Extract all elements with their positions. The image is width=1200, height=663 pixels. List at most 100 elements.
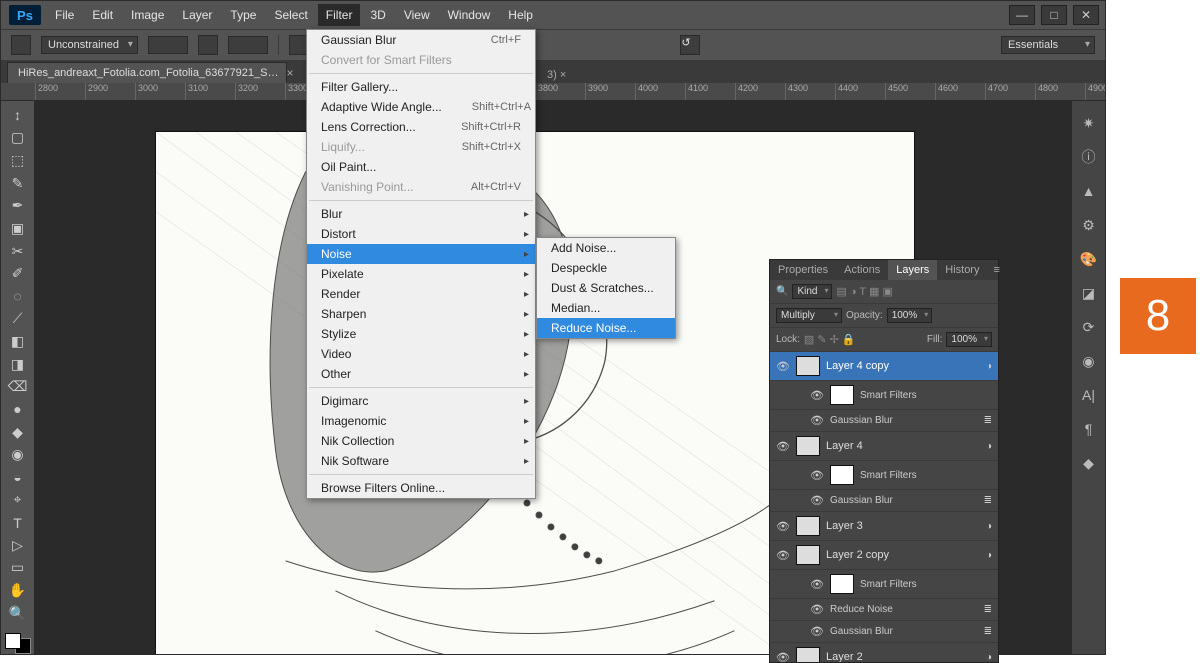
tool-13[interactable]: ●	[5, 399, 31, 420]
filter-effect-row[interactable]: 👁Gaussian Blur≣	[770, 490, 998, 512]
noise-submenu-item[interactable]: Dust & Scratches...	[537, 278, 675, 298]
menu-window[interactable]: Window	[440, 4, 499, 26]
collapsed-panel-icon-1[interactable]: ⓘ	[1079, 147, 1099, 167]
tool-8[interactable]: ◌	[5, 286, 31, 307]
filter-menu-item[interactable]: Adaptive Wide Angle...Shift+Ctrl+A	[307, 97, 535, 117]
filter-effect-row[interactable]: 👁Gaussian Blur≣	[770, 621, 998, 643]
filter-settings-icon[interactable]: ≣	[984, 626, 992, 637]
visibility-eye-icon[interactable]: 👁	[776, 440, 790, 453]
collapsed-panel-icon-2[interactable]: ▲	[1079, 181, 1099, 201]
opacity-value[interactable]: 100%	[887, 308, 933, 323]
panel-tab-properties[interactable]: Properties	[770, 260, 836, 280]
layer-row[interactable]: 👁Layer 3◑	[770, 512, 998, 541]
tool-1[interactable]: ▢	[5, 128, 31, 149]
menu-help[interactable]: Help	[500, 4, 541, 26]
color-swatch[interactable]	[5, 633, 31, 654]
menu-filter[interactable]: Filter	[318, 4, 361, 26]
tool-18[interactable]: T	[5, 512, 31, 533]
collapsed-panel-icon-5[interactable]: ◪	[1079, 283, 1099, 303]
tool-0[interactable]: ↕	[5, 105, 31, 126]
filter-effect-row[interactable]: 👁Reduce Noise≣	[770, 599, 998, 621]
tool-11[interactable]: ◨	[5, 354, 31, 375]
menu-image[interactable]: Image	[123, 4, 172, 26]
menu-type[interactable]: Type	[222, 4, 264, 26]
minimize-button[interactable]: —	[1009, 5, 1035, 25]
visibility-eye-icon[interactable]: 👁	[776, 360, 790, 373]
menu-3d[interactable]: 3D	[362, 4, 393, 26]
tool-2[interactable]: ⬚	[5, 150, 31, 171]
layer-row[interactable]: 👁Layer 4 copy◑	[770, 352, 998, 381]
filter-menu-item[interactable]: Blur▸	[307, 204, 535, 224]
reset-icon[interactable]: ↺	[680, 35, 700, 55]
noise-submenu-item[interactable]: Despeckle	[537, 258, 675, 278]
filter-menu-item[interactable]: Filter Gallery...	[307, 77, 535, 97]
filter-settings-icon[interactable]: ≣	[984, 415, 992, 426]
tool-14[interactable]: ◆	[5, 422, 31, 443]
tool-21[interactable]: ✋	[5, 580, 31, 601]
document-tab-close-icon[interactable]: ×	[287, 66, 294, 80]
filter-menu-item[interactable]: Sharpen▸	[307, 304, 535, 324]
noise-submenu-item[interactable]: Median...	[537, 298, 675, 318]
maximize-button[interactable]: □	[1041, 5, 1067, 25]
workspace-dropdown[interactable]: Essentials	[1001, 36, 1095, 54]
noise-submenu-item[interactable]: Reduce Noise...	[537, 318, 675, 338]
smart-filters-row[interactable]: 👁Smart Filters	[770, 461, 998, 490]
blend-mode-dropdown[interactable]: Multiply	[776, 308, 842, 323]
panel-tab-actions[interactable]: Actions	[836, 260, 888, 280]
tool-16[interactable]: ◒	[5, 467, 31, 488]
visibility-eye-icon[interactable]: 👁	[776, 651, 790, 663]
filter-menu-item[interactable]: Digimarc▸	[307, 391, 535, 411]
close-button[interactable]: ✕	[1073, 5, 1099, 25]
crop-height-field[interactable]	[228, 36, 268, 54]
collapsed-panel-icon-3[interactable]: ⚙	[1079, 215, 1099, 235]
tool-3[interactable]: ✎	[5, 173, 31, 194]
collapsed-panel-icon-9[interactable]: ¶	[1079, 419, 1099, 439]
panel-menu-icon[interactable]: ≡	[987, 260, 1005, 280]
filter-menu-item[interactable]: Render▸	[307, 284, 535, 304]
panel-tab-history[interactable]: History	[937, 260, 987, 280]
tool-19[interactable]: ▷	[5, 535, 31, 556]
filter-menu-item[interactable]: Distort▸	[307, 224, 535, 244]
collapsed-panel-icon-10[interactable]: ◆	[1079, 453, 1099, 473]
visibility-eye-icon[interactable]: 👁	[810, 469, 824, 482]
layer-filter-icons[interactable]: ▤ ◑ T ▦ ▣	[836, 285, 892, 298]
tool-22[interactable]: 🔍	[5, 603, 31, 624]
filter-menu-item[interactable]: Lens Correction...Shift+Ctrl+R	[307, 117, 535, 137]
crop-width-field[interactable]	[148, 36, 188, 54]
filter-menu-item[interactable]: Noise▸	[307, 244, 535, 264]
visibility-eye-icon[interactable]: 👁	[810, 494, 824, 507]
menu-select[interactable]: Select	[266, 4, 315, 26]
menu-view[interactable]: View	[396, 4, 438, 26]
tool-5[interactable]: ▣	[5, 218, 31, 239]
visibility-eye-icon[interactable]: 👁	[776, 520, 790, 533]
filter-menu-item[interactable]: Oil Paint...	[307, 157, 535, 177]
filter-menu-item[interactable]: Other▸	[307, 364, 535, 384]
lock-icons[interactable]: ▧ ✎ ✢ 🔒	[804, 333, 856, 346]
visibility-eye-icon[interactable]: 👁	[810, 625, 824, 638]
tool-9[interactable]: ⟋	[5, 309, 31, 330]
filter-menu-item[interactable]: Imagenomic▸	[307, 411, 535, 431]
visibility-eye-icon[interactable]: 👁	[810, 578, 824, 591]
swap-dimensions-icon[interactable]	[198, 35, 218, 55]
filter-settings-icon[interactable]: ≣	[984, 604, 992, 615]
visibility-eye-icon[interactable]: 👁	[810, 414, 824, 427]
filter-menu-item[interactable]: Video▸	[307, 344, 535, 364]
tool-6[interactable]: ✂	[5, 241, 31, 262]
tool-15[interactable]: ◉	[5, 444, 31, 465]
filter-menu-item[interactable]: Browse Filters Online...	[307, 478, 535, 498]
layer-row[interactable]: 👁Layer 2 copy◑	[770, 541, 998, 570]
menu-file[interactable]: File	[47, 4, 82, 26]
filter-effect-row[interactable]: 👁Gaussian Blur≣	[770, 410, 998, 432]
collapsed-panel-icon-4[interactable]: 🎨	[1079, 249, 1099, 269]
visibility-eye-icon[interactable]: 👁	[810, 389, 824, 402]
tool-17[interactable]: ⌖	[5, 490, 31, 511]
visibility-eye-icon[interactable]: 👁	[810, 603, 824, 616]
filter-menu-item[interactable]: Gaussian BlurCtrl+F	[307, 30, 535, 50]
tool-12[interactable]: ⌫	[5, 377, 31, 398]
fill-value[interactable]: 100%	[946, 332, 992, 347]
tool-7[interactable]: ✐	[5, 263, 31, 284]
collapsed-panel-icon-8[interactable]: A|	[1079, 385, 1099, 405]
menu-layer[interactable]: Layer	[174, 4, 220, 26]
crop-ratio-dropdown[interactable]: Unconstrained	[41, 36, 138, 54]
crop-tool-icon[interactable]	[11, 35, 31, 55]
